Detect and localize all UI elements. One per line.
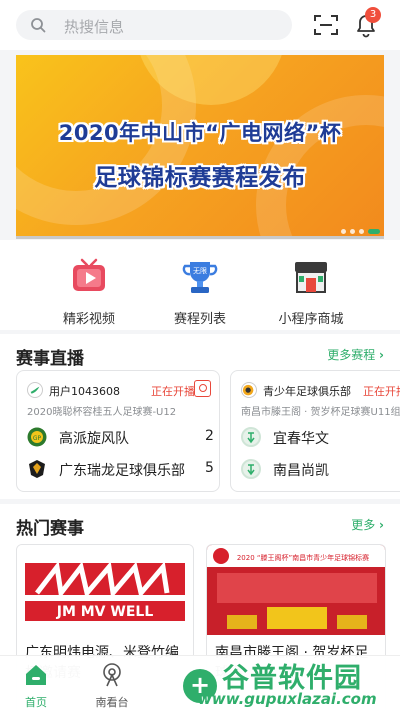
- league-name: 南昌市滕王阁 · 贺岁杯足球赛U11组: [241, 407, 400, 418]
- search-icon: [31, 18, 46, 33]
- section-title: 热门赛事: [16, 519, 84, 539]
- banner-title-line2: 足球锦标赛赛程发布: [94, 165, 306, 191]
- team-logo-icon: [241, 427, 261, 447]
- team-name: 南昌尚凯: [273, 463, 329, 479]
- banner-carousel[interactable]: 2020年中山市“广电网络”杯 足球锦标赛赛程发布: [16, 55, 384, 239]
- watermark: 谷普软件园 www.gupuxlazai.com: [196, 652, 400, 711]
- team-logo-icon: [241, 459, 261, 479]
- live-matches-section: 赛事直播 更多赛程 › 用户1043608 正在开播 2020晓聪杯容桂五人足球…: [0, 334, 400, 499]
- carousel-dot[interactable]: [359, 229, 364, 234]
- search-input[interactable]: 热搜信息: [16, 10, 292, 40]
- nav-watch[interactable]: 南看台: [82, 662, 142, 710]
- event-logo-image: JM MV WELL: [17, 545, 193, 635]
- carousel-indicator: [341, 229, 380, 234]
- team-name: 高派旋风队: [59, 431, 129, 447]
- entry-videos[interactable]: 精彩视频: [29, 258, 149, 327]
- avatar: [241, 382, 257, 398]
- carousel-dot[interactable]: [341, 229, 346, 234]
- team-logo-icon: [29, 460, 45, 478]
- team-row: GP 高派旋风队 2: [27, 427, 219, 449]
- entry-store-label: 小程序商城: [278, 312, 344, 327]
- svg-text:JM MV WELL: JM MV WELL: [56, 604, 154, 620]
- search-placeholder: 热搜信息: [64, 18, 125, 36]
- nav-watch-label: 南看台: [95, 696, 129, 709]
- carousel-dot[interactable]: [350, 229, 355, 234]
- entry-store[interactable]: 小程序商城: [251, 258, 371, 327]
- avatar: [27, 382, 43, 398]
- event-poster-image: 2020 “滕王阁杯”南昌市青少年足球锦标赛: [207, 545, 385, 635]
- carousel-dot-active[interactable]: [368, 229, 380, 234]
- chevron-right-icon: ›: [379, 518, 384, 532]
- trophy-icon: 无限: [182, 262, 218, 293]
- live-match-card[interactable]: 青少年足球俱乐部 正在开播 南昌市滕王阁 · 贺岁杯足球赛U11组 宜春华文 南…: [230, 370, 400, 492]
- svg-text:无限: 无限: [193, 266, 207, 275]
- store-icon: [295, 262, 327, 293]
- watermark-url: www.gupuxlazai.com: [198, 690, 377, 708]
- streamer-name: 用户1043608: [49, 385, 120, 398]
- nav-home[interactable]: 首页: [6, 662, 66, 710]
- entry-videos-label: 精彩视频: [62, 312, 115, 327]
- team-name: 宜春华文: [273, 431, 329, 447]
- live-match-card[interactable]: 用户1043608 正在开播 2020晓聪杯容桂五人足球赛-U12 GP 高派旋…: [16, 370, 220, 492]
- quick-entries: 精彩视频 无限 赛程列表 小程序商城: [0, 240, 400, 330]
- team-score: 2: [205, 428, 214, 444]
- chevron-right-icon: ›: [379, 348, 384, 362]
- streamer-name: 青少年足球俱乐部: [263, 385, 351, 398]
- broadcast-icon: [103, 663, 121, 687]
- entry-schedule-label: 赛程列表: [173, 312, 226, 327]
- team-row: 南昌尚凯: [241, 459, 400, 481]
- home-icon: [26, 665, 46, 685]
- nav-home-label: 首页: [25, 696, 47, 709]
- scan-icon[interactable]: [313, 13, 339, 37]
- team-row: 广东瑞龙足球俱乐部 5: [27, 459, 219, 481]
- live-record-icon: [194, 380, 211, 397]
- team-score: 5: [205, 460, 214, 476]
- live-status: 正在开播: [151, 385, 195, 398]
- top-bar: 热搜信息 3: [0, 0, 400, 50]
- banner-title-line1: 2020年中山市“广电网络”杯: [58, 121, 342, 145]
- entry-schedule[interactable]: 无限 赛程列表: [140, 258, 260, 327]
- svg-text:GP: GP: [33, 435, 42, 442]
- user-logo-icon: [30, 386, 40, 394]
- live-status: 正在开播: [363, 385, 400, 398]
- section-title: 赛事直播: [16, 349, 84, 369]
- team-logo-icon: GP: [27, 427, 47, 447]
- club-logo-icon: [242, 384, 254, 396]
- team-name: 广东瑞龙足球俱乐部: [59, 463, 185, 479]
- banner-progress: [16, 236, 384, 239]
- team-row: 宜春华文: [241, 427, 400, 449]
- more-matches-link[interactable]: 更多赛程 ›: [327, 346, 384, 363]
- more-events-label: 更多: [351, 518, 376, 532]
- more-events-link[interactable]: 更多 ›: [351, 516, 384, 533]
- svg-text:2020 “滕王阁杯”南昌市青少年足球锦标赛: 2020 “滕王阁杯”南昌市青少年足球锦标赛: [237, 553, 369, 562]
- league-name: 2020晓聪杯容桂五人足球赛-U12: [27, 407, 177, 418]
- video-icon: [73, 258, 105, 291]
- notification-badge: 3: [365, 7, 381, 23]
- more-matches-label: 更多赛程: [327, 348, 376, 362]
